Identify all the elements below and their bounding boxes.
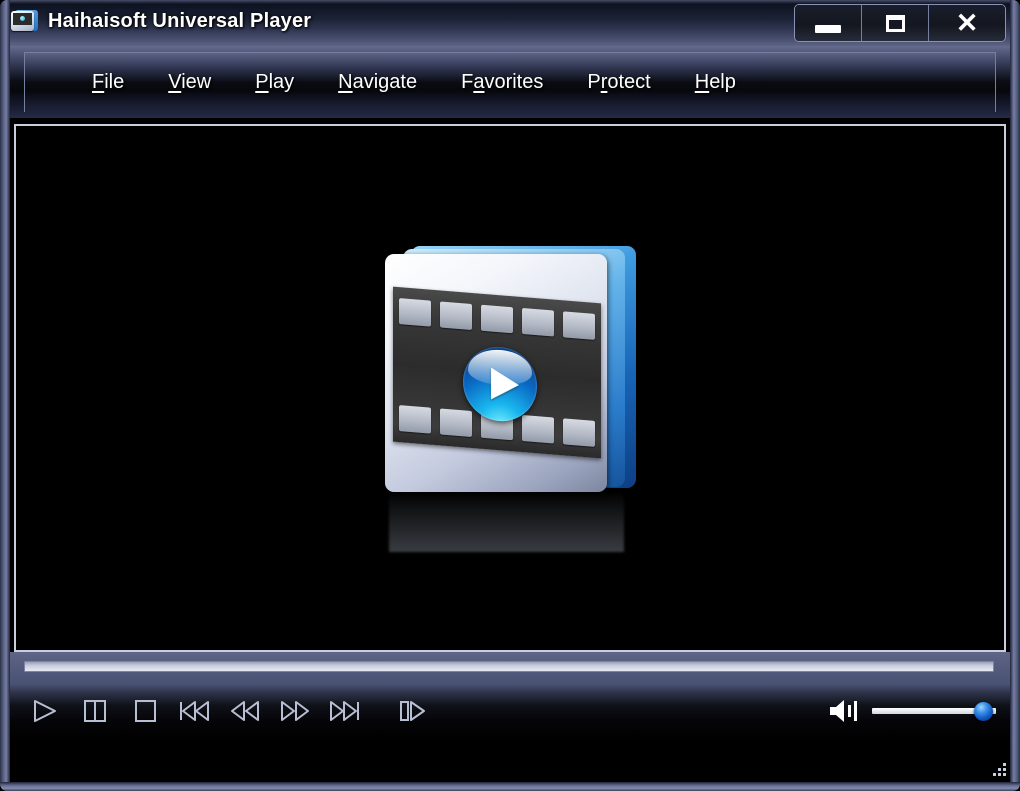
step-forward-icon [400, 701, 425, 721]
maximize-icon [885, 14, 905, 32]
fast-forward-icon [281, 701, 309, 721]
skip-next-icon [330, 701, 359, 721]
close-button[interactable]: ✕ [929, 5, 1005, 41]
menu-bar: File View Play Navigate Favorites Protec… [10, 46, 1010, 118]
menu-accel-file: F [92, 71, 105, 93]
menu-label-help: elp [709, 71, 736, 93]
stop-button[interactable] [120, 690, 170, 732]
film-card-logo [375, 238, 645, 552]
volume-knob[interactable] [974, 702, 993, 721]
fast-forward-button[interactable] [270, 690, 320, 732]
menu-item-help[interactable]: Help [693, 68, 738, 97]
menu-label-file: ile [104, 71, 125, 93]
pause-button[interactable] [70, 690, 120, 732]
window-frame-right [1010, 0, 1020, 791]
resize-grip[interactable] [991, 763, 1007, 779]
menu-accel-help: H [694, 71, 710, 93]
menu-item-play[interactable]: Play [253, 68, 296, 97]
menu-item-navigate[interactable]: Navigate [336, 68, 419, 97]
window-controls: ✕ [794, 4, 1006, 42]
skip-previous-icon [180, 701, 209, 721]
menu-accel-favorites: a [473, 71, 485, 93]
menu-label-view: iew [181, 71, 212, 93]
step-forward-button[interactable] [388, 690, 438, 732]
menu-label-protect: otect [607, 71, 651, 93]
volume-button[interactable] [824, 694, 864, 728]
logo-play-triangle [491, 367, 519, 402]
menu-item-file[interactable]: File [90, 68, 126, 97]
menu-label-favorites: vorites [484, 71, 544, 93]
menu-item-view[interactable]: View [166, 68, 213, 97]
logo-card-face [385, 254, 607, 492]
minimize-button[interactable] [795, 5, 862, 41]
volume-controls [824, 688, 996, 734]
rewind-button[interactable] [220, 690, 270, 732]
speaker-icon [830, 700, 857, 722]
menu-accel-play: P [255, 71, 269, 93]
window-frame-bottom [0, 782, 1020, 791]
title-bar[interactable]: Haihaisoft Universal Player ✕ [0, 0, 1020, 46]
minimize-icon [815, 25, 841, 33]
previous-track-button[interactable] [170, 690, 220, 732]
menu-prefix-favorites: F [461, 71, 474, 93]
menu-label-navigate: avigate [352, 71, 418, 93]
menu-item-protect[interactable]: Protect [585, 68, 652, 97]
control-bar [10, 684, 1010, 782]
volume-slider[interactable] [872, 694, 996, 728]
stop-icon [135, 700, 156, 722]
app-icon [11, 9, 39, 34]
menu-item-favorites[interactable]: Favorites [459, 68, 545, 97]
menu-label-play: lay [268, 71, 295, 93]
maximize-button[interactable] [862, 5, 929, 41]
play-button[interactable] [20, 690, 70, 732]
sprocket-row-top [399, 298, 595, 340]
seek-bar-region [10, 652, 1010, 684]
pause-icon [84, 700, 106, 722]
close-icon: ✕ [955, 7, 979, 38]
menu-accel-navigate: N [338, 71, 353, 93]
seek-bar[interactable] [24, 661, 994, 672]
rewind-icon [231, 701, 259, 721]
logo-reflection [389, 490, 624, 552]
window-title: Haihaisoft Universal Player [48, 10, 312, 32]
player-window: Haihaisoft Universal Player ✕ File View … [0, 0, 1020, 791]
video-display-area[interactable] [14, 124, 1006, 652]
transport-controls [20, 688, 438, 734]
menu-prefix-protect: P [587, 71, 601, 93]
play-icon [34, 700, 56, 722]
menu-accel-view: V [168, 71, 182, 93]
next-track-button[interactable] [320, 690, 370, 732]
window-frame-left [0, 0, 10, 791]
